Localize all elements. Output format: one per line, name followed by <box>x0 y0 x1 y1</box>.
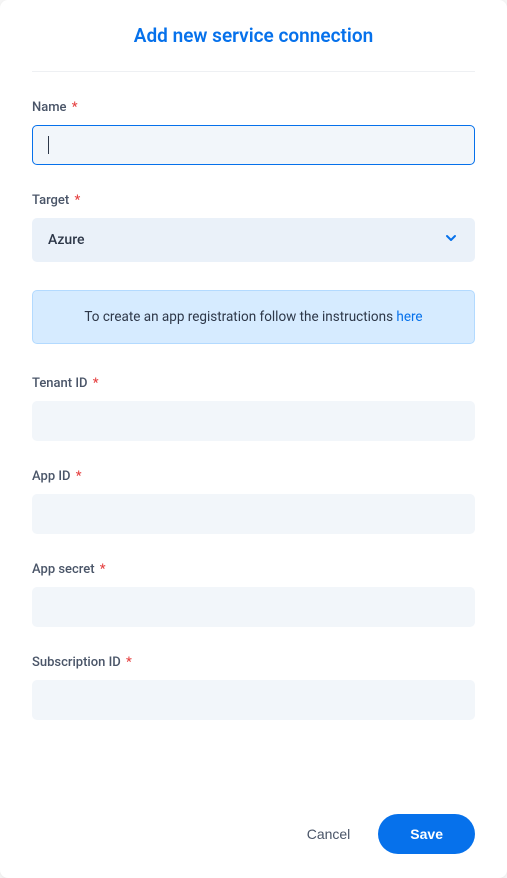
tenant-id-group: Tenant ID * <box>32 376 475 441</box>
cancel-button[interactable]: Cancel <box>303 818 355 850</box>
required-marker: * <box>72 100 78 115</box>
info-text: To create an app registration follow the… <box>84 309 396 325</box>
app-id-group: App ID * <box>32 469 475 534</box>
subscription-id-label: Subscription ID * <box>32 655 475 670</box>
name-group: Name * <box>32 100 475 165</box>
name-label-text: Name <box>32 100 67 115</box>
info-link[interactable]: here <box>396 309 422 325</box>
info-box: To create an app registration follow the… <box>32 290 475 344</box>
app-id-label: App ID * <box>32 469 475 484</box>
app-id-label-text: App ID <box>32 469 71 484</box>
name-input[interactable] <box>32 125 475 165</box>
target-select[interactable]: Azure <box>32 218 475 262</box>
app-secret-label-text: App secret <box>32 562 95 577</box>
chevron-down-icon <box>443 230 459 250</box>
app-id-input[interactable] <box>32 494 475 534</box>
tenant-id-label-text: Tenant ID <box>32 376 88 391</box>
app-secret-label: App secret * <box>32 562 475 577</box>
required-marker: * <box>93 376 99 391</box>
subscription-id-group: Subscription ID * <box>32 655 475 720</box>
name-label: Name * <box>32 100 475 115</box>
target-label-text: Target <box>32 193 69 208</box>
app-secret-group: App secret * <box>32 562 475 627</box>
tenant-id-label: Tenant ID * <box>32 376 475 391</box>
text-caret <box>48 136 49 154</box>
modal-title: Add new service connection <box>32 24 475 72</box>
tenant-id-input[interactable] <box>32 401 475 441</box>
save-button[interactable]: Save <box>378 814 475 854</box>
target-group: Target * Azure <box>32 193 475 262</box>
required-marker: * <box>74 193 80 208</box>
modal-footer: Cancel Save <box>32 790 475 854</box>
app-secret-input[interactable] <box>32 587 475 627</box>
subscription-id-label-text: Subscription ID <box>32 655 121 670</box>
service-connection-modal: Add new service connection Name * Target… <box>0 0 507 878</box>
subscription-id-input[interactable] <box>32 680 475 720</box>
required-marker: * <box>100 562 106 577</box>
required-marker: * <box>76 469 82 484</box>
required-marker: * <box>126 655 132 670</box>
target-selected-value: Azure <box>48 232 85 248</box>
target-label: Target * <box>32 193 475 208</box>
name-input-wrapper <box>32 125 475 165</box>
